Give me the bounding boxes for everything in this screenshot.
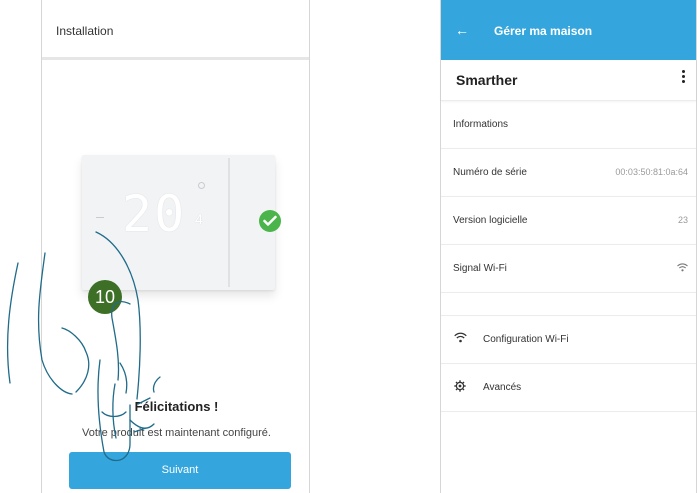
serial-value: 00:03:50:81:0a:64 xyxy=(615,167,688,177)
thermostat-image: 20 4 xyxy=(82,155,275,290)
info-row-version: Version logicielle 23 xyxy=(441,197,696,245)
version-value: 23 xyxy=(677,215,688,225)
device-name: Smarther xyxy=(456,72,518,88)
thermostat-display: 20 xyxy=(122,185,187,243)
success-message: Votre produit est maintenant configuré. xyxy=(82,427,271,439)
section-title: Informations xyxy=(453,119,509,130)
app-bar-title: Gérer ma maison xyxy=(494,24,593,38)
info-row-wifi: Signal Wi-Fi xyxy=(441,245,696,293)
back-arrow-icon[interactable]: ← xyxy=(455,22,469,38)
app-bar: ← Gérer ma maison xyxy=(441,0,696,60)
serial-label: Numéro de série xyxy=(453,167,527,178)
wifi-config-label: Configuration Wi-Fi xyxy=(483,334,569,345)
page-title: Installation xyxy=(56,24,114,38)
installation-screen: Installation 20 4 10 Félicitations ! Vot… xyxy=(41,0,310,493)
action-wifi-config[interactable]: Configuration Wi-Fi xyxy=(441,316,696,364)
degree-mark xyxy=(198,182,205,189)
gear-icon xyxy=(454,380,466,395)
more-options-icon[interactable] xyxy=(682,70,686,85)
minus-mark xyxy=(96,217,104,218)
congrats-heading: Félicitations ! xyxy=(134,399,219,414)
manage-home-screen: ← Gérer ma maison Smarther Informations … xyxy=(440,0,697,493)
header: Installation xyxy=(42,0,309,60)
version-label: Version logicielle xyxy=(453,215,528,226)
next-button[interactable]: Suivant xyxy=(69,452,291,489)
advanced-label: Avancés xyxy=(483,382,522,393)
step-badge: 10 xyxy=(88,280,122,314)
thermostat-divider xyxy=(228,158,230,287)
wifi-signal-icon xyxy=(677,263,688,274)
thermostat-unit: 4 xyxy=(195,211,203,227)
check-icon xyxy=(259,210,281,232)
info-row-serial: Numéro de série 00:03:50:81:0a:64 xyxy=(441,149,696,197)
section-header: Informations xyxy=(441,101,696,149)
device-title-row: Smarther xyxy=(441,60,696,101)
wifi-icon xyxy=(454,332,467,346)
spacer xyxy=(441,293,696,316)
wifi-signal-label: Signal Wi-Fi xyxy=(453,263,507,274)
action-advanced[interactable]: Avancés xyxy=(441,364,696,412)
